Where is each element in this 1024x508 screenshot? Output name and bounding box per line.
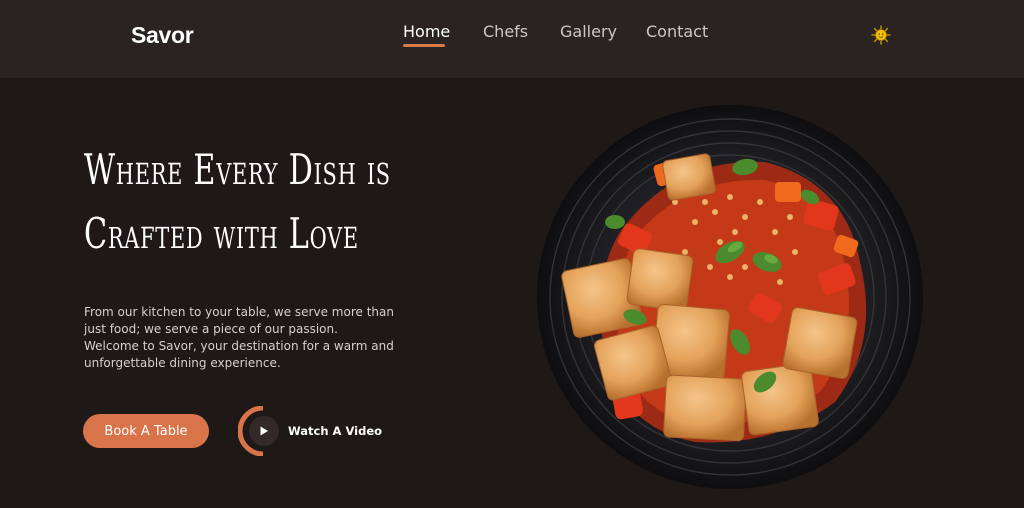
nav-home[interactable]: Home: [403, 22, 450, 41]
watch-video-label: Watch A Video: [288, 424, 383, 438]
nav-chefs[interactable]: Chefs: [483, 22, 528, 41]
theme-toggle-button[interactable]: [871, 25, 891, 45]
nav-gallery[interactable]: Gallery: [560, 22, 617, 41]
hero-title-line-2: Crafted with Love: [84, 209, 359, 258]
nav-contact[interactable]: Contact: [646, 22, 708, 41]
watch-video-button[interactable]: Watch A Video: [238, 406, 398, 456]
hero-description: From our kitchen to your table, we serve…: [84, 305, 394, 370]
hero-title: Where Every Dish is Crafted with Love: [84, 138, 391, 266]
dish-image: [537, 105, 923, 489]
sun-icon: [871, 25, 891, 45]
hero-title-line-1: Where Every Dish is: [84, 145, 391, 194]
brand-logo[interactable]: Savor: [131, 22, 194, 49]
active-nav-indicator: [403, 44, 445, 47]
top-navbar: Savor Home Chefs Gallery Contact: [0, 0, 1024, 78]
book-table-button[interactable]: Book A Table: [83, 414, 209, 448]
play-icon: [238, 406, 279, 456]
